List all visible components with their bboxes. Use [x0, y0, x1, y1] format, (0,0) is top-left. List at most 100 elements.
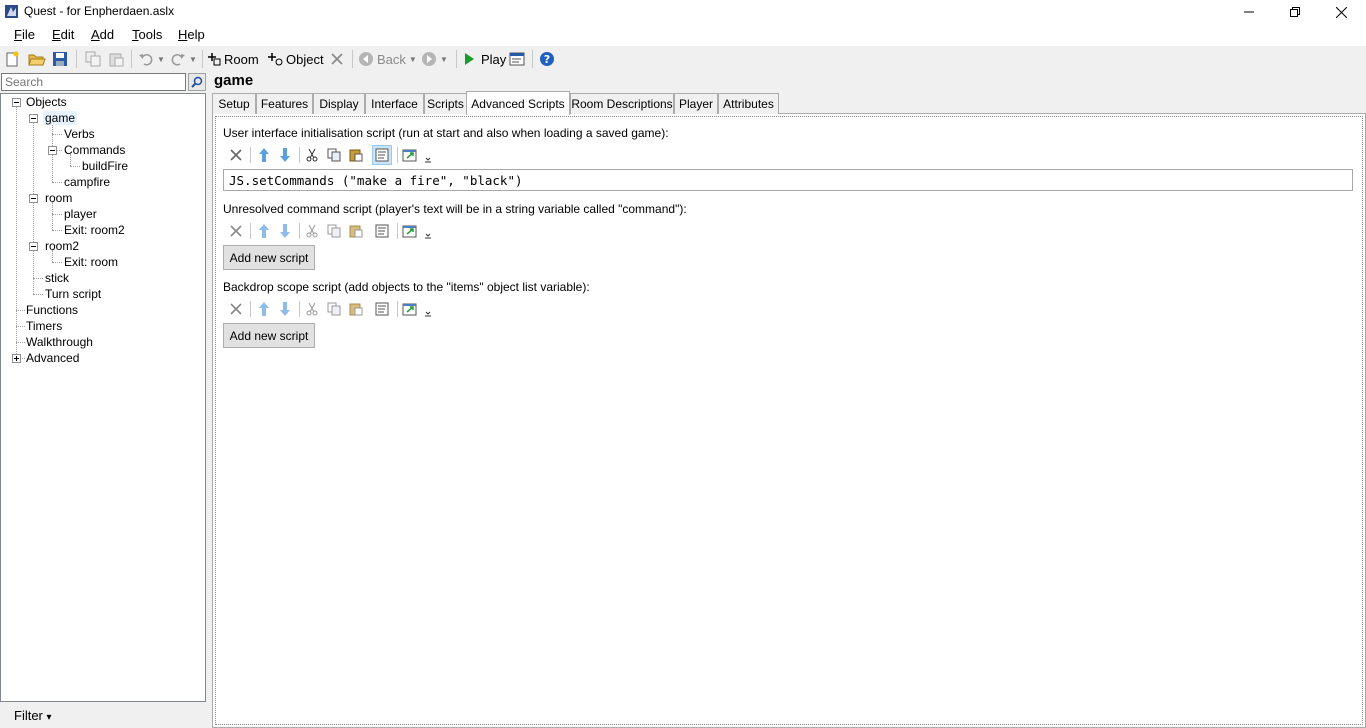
- paste-script-button[interactable]: [346, 299, 366, 319]
- open-file-button[interactable]: [28, 48, 46, 70]
- help-button[interactable]: ?: [539, 48, 555, 70]
- popout-editor-button[interactable]: [400, 145, 420, 165]
- paste-script-button[interactable]: [346, 221, 366, 241]
- redo-button[interactable]: ▼: [170, 48, 197, 70]
- delete-button[interactable]: [330, 48, 344, 70]
- tab-attributes[interactable]: Attributes: [718, 93, 779, 114]
- tab-features[interactable]: Features: [256, 93, 313, 114]
- tree-node-campfire[interactable]: campfire: [64, 175, 110, 189]
- svg-text:?: ?: [544, 53, 550, 66]
- tab-scripts[interactable]: Scripts: [424, 93, 467, 114]
- tree-node-verbs[interactable]: Verbs: [64, 127, 95, 141]
- search-button[interactable]: [188, 73, 206, 91]
- code-view-toggle[interactable]: [372, 145, 392, 165]
- filter-dropdown[interactable]: Filter ▾: [14, 708, 52, 723]
- window-title: Quest - for Enpherdaen.aslx: [24, 4, 175, 18]
- copy-script-button[interactable]: [324, 145, 344, 165]
- move-up-button[interactable]: [254, 145, 274, 165]
- undo-button[interactable]: ▼: [138, 48, 165, 70]
- restore-button[interactable]: [1272, 0, 1318, 24]
- back-dropdown-icon[interactable]: ▼: [409, 55, 417, 64]
- collapse-commands-toggle[interactable]: [48, 146, 57, 155]
- add-backdrop-script-button[interactable]: Add new script: [223, 323, 315, 348]
- tree-node-advanced[interactable]: Advanced: [26, 351, 79, 365]
- toolbar-overflow-icon[interactable]: [421, 149, 435, 169]
- tree-node-commands[interactable]: Commands: [64, 143, 125, 157]
- add-object-button[interactable]: Object: [267, 48, 324, 70]
- tree-node-game[interactable]: game: [43, 111, 78, 125]
- collapse-room2-toggle[interactable]: [29, 242, 38, 251]
- play-icon: [465, 53, 474, 65]
- add-unresolved-script-button[interactable]: Add new script: [223, 245, 315, 270]
- save-button[interactable]: [52, 48, 68, 70]
- move-down-button[interactable]: [275, 221, 295, 241]
- tree-node-stick[interactable]: stick: [45, 271, 69, 285]
- copy-script-button[interactable]: [324, 299, 344, 319]
- close-button[interactable]: [1318, 0, 1364, 24]
- tree-node-room[interactable]: room: [45, 191, 72, 205]
- tree-node-walkthrough[interactable]: Walkthrough: [26, 335, 93, 349]
- code-view-icon: [375, 148, 389, 162]
- delete-icon: [230, 303, 242, 315]
- menu-help[interactable]: Help: [178, 27, 205, 42]
- delete-script-button[interactable]: [226, 299, 246, 319]
- collapse-game-toggle[interactable]: [29, 114, 38, 123]
- tree-node-functions[interactable]: Functions: [26, 303, 78, 317]
- play-button[interactable]: Play: [463, 48, 506, 70]
- delete-script-button[interactable]: [226, 145, 246, 165]
- copy-icon: [327, 302, 341, 316]
- minimize-button[interactable]: [1226, 0, 1272, 24]
- help-icon: ?: [540, 52, 554, 66]
- collapse-objects-toggle[interactable]: [12, 98, 21, 107]
- popout-editor-button[interactable]: [400, 299, 420, 319]
- paste-button[interactable]: [108, 48, 124, 70]
- code-view-button[interactable]: [509, 48, 525, 70]
- move-up-button[interactable]: [254, 221, 274, 241]
- scissors-icon: [306, 224, 318, 238]
- expand-advanced-toggle[interactable]: [12, 354, 21, 363]
- tab-setup[interactable]: Setup: [212, 93, 256, 114]
- toolbar-overflow-icon[interactable]: [421, 225, 435, 245]
- undo-dropdown-icon[interactable]: ▼: [157, 55, 165, 64]
- back-button[interactable]: Back ▼: [358, 48, 417, 70]
- cut-button[interactable]: [302, 221, 322, 241]
- tree-node-exit-room2[interactable]: Exit: room2: [64, 223, 125, 237]
- tab-player[interactable]: Player: [674, 93, 718, 114]
- menu-file[interactable]: File: [14, 27, 35, 42]
- tree-node-turn-script[interactable]: Turn script: [45, 287, 101, 301]
- move-down-button[interactable]: [275, 299, 295, 319]
- add-room-button[interactable]: Room: [207, 48, 259, 70]
- tree-node-exit-room[interactable]: Exit: room: [64, 255, 118, 269]
- code-view-toggle[interactable]: [372, 299, 392, 319]
- tab-display[interactable]: Display: [313, 93, 365, 114]
- cut-button[interactable]: [302, 145, 322, 165]
- tree-node-timers[interactable]: Timers: [26, 319, 62, 333]
- forward-button[interactable]: ▼: [421, 48, 448, 70]
- menu-edit[interactable]: Edit: [52, 27, 74, 42]
- new-file-button[interactable]: [4, 48, 20, 70]
- delete-script-button[interactable]: [226, 221, 246, 241]
- tab-room-descriptions[interactable]: Room Descriptions: [570, 93, 674, 114]
- tab-advanced-scripts[interactable]: Advanced Scripts: [466, 91, 570, 115]
- redo-dropdown-icon[interactable]: ▼: [189, 55, 197, 64]
- cut-button[interactable]: [302, 299, 322, 319]
- tree-node-player[interactable]: player: [64, 207, 97, 221]
- ui-init-script-code[interactable]: JS.setCommands ("make a fire", "black"): [223, 169, 1353, 191]
- tree-node-room2[interactable]: room2: [45, 239, 79, 253]
- forward-dropdown-icon[interactable]: ▼: [440, 55, 448, 64]
- toolbar-overflow-icon[interactable]: [421, 303, 435, 323]
- collapse-room-toggle[interactable]: [29, 194, 38, 203]
- code-view-toggle[interactable]: [372, 221, 392, 241]
- menu-add[interactable]: Add: [91, 27, 114, 42]
- move-up-button[interactable]: [254, 299, 274, 319]
- copy-button[interactable]: [85, 48, 101, 70]
- tree-node-objects[interactable]: Objects: [26, 95, 67, 109]
- tab-interface[interactable]: Interface: [365, 93, 424, 114]
- menu-tools[interactable]: Tools: [132, 27, 162, 42]
- search-input[interactable]: [1, 73, 186, 91]
- paste-script-button[interactable]: [346, 145, 366, 165]
- copy-script-button[interactable]: [324, 221, 344, 241]
- move-down-button[interactable]: [275, 145, 295, 165]
- popout-editor-button[interactable]: [400, 221, 420, 241]
- tree-node-buildfire[interactable]: buildFire: [82, 159, 128, 173]
